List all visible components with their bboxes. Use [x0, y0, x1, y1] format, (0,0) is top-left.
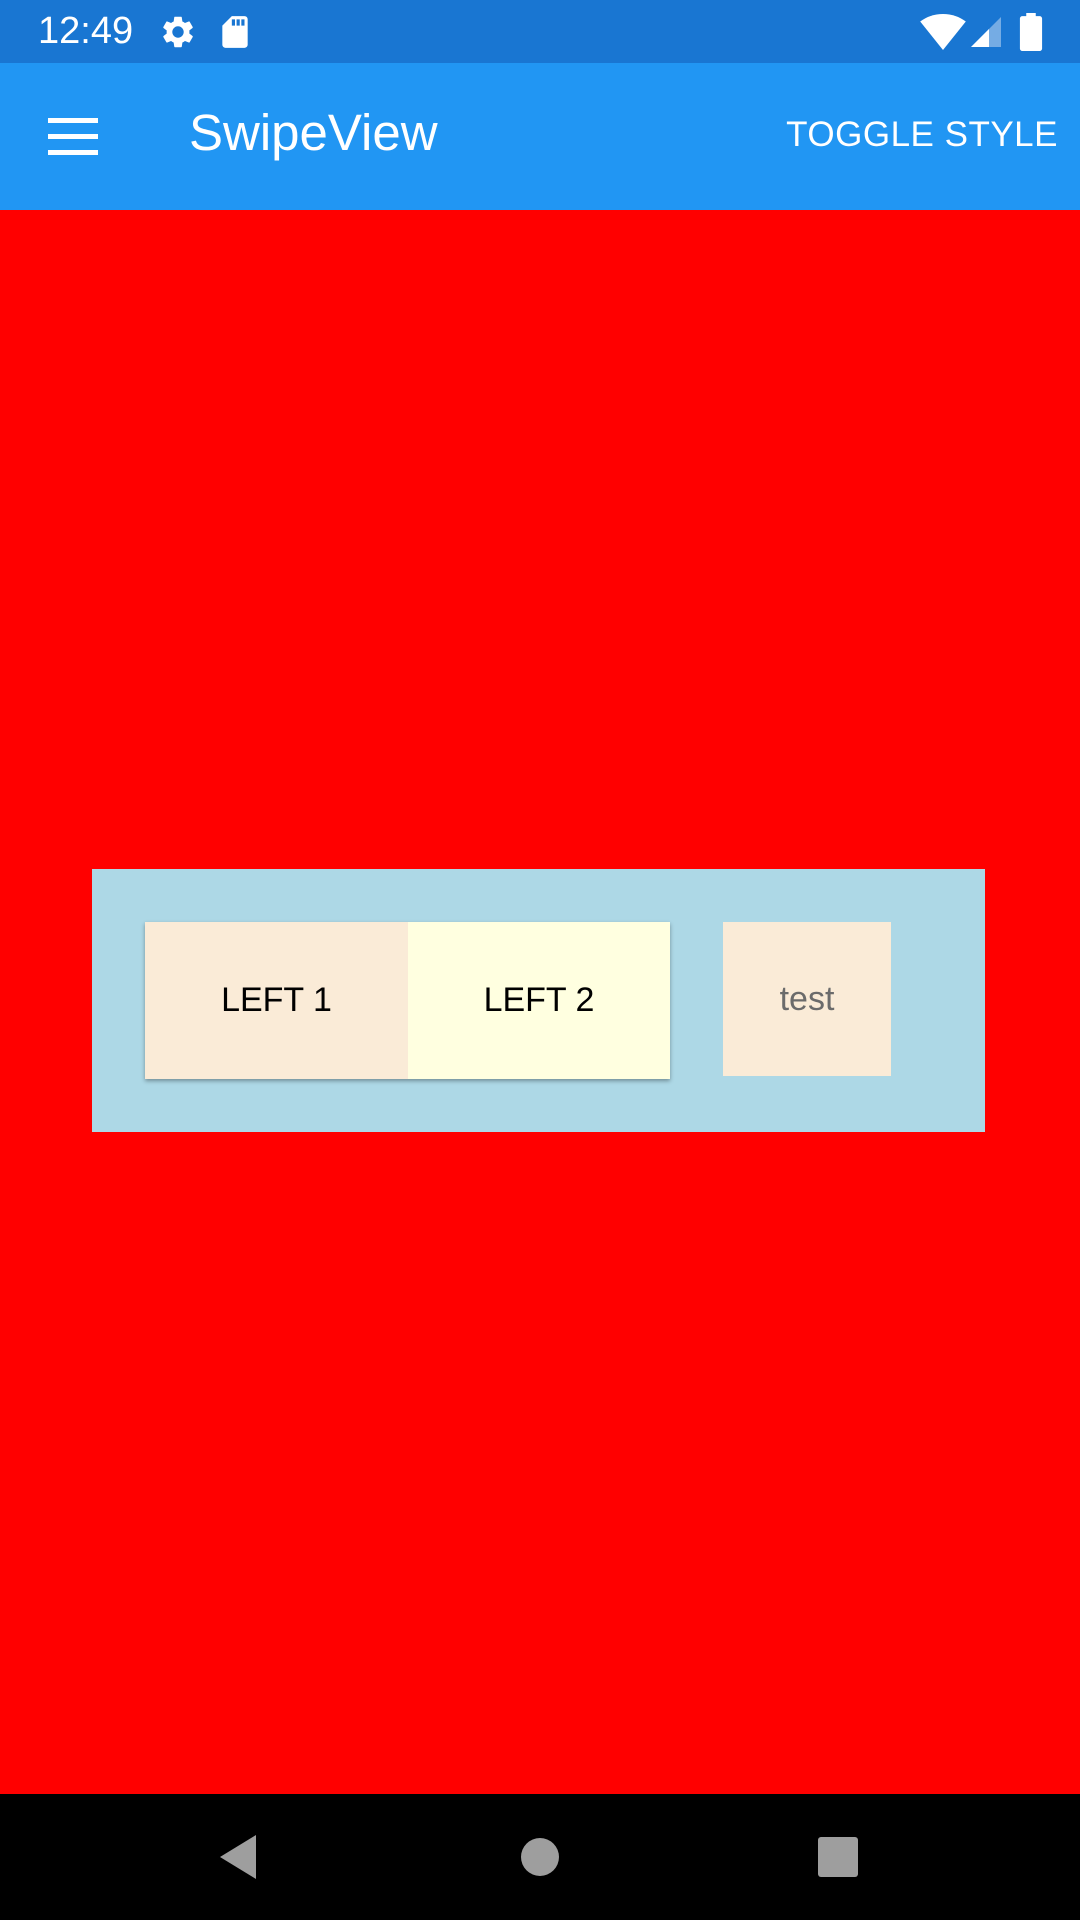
back-icon[interactable]	[208, 1827, 268, 1887]
wifi-icon	[920, 13, 966, 51]
recents-icon[interactable]	[808, 1827, 868, 1887]
swipe-item-left-2[interactable]: LEFT 2	[408, 922, 670, 1079]
battery-icon	[1016, 13, 1046, 51]
content-area: LEFT 1 LEFT 2 test	[0, 210, 1080, 1794]
hamburger-menu-icon[interactable]	[38, 107, 108, 167]
swipe-item-left-1[interactable]: LEFT 1	[145, 922, 408, 1079]
app-bar: SwipeView TOGGLE STYLE	[0, 63, 1080, 210]
swipe-view[interactable]: LEFT 1 LEFT 2 test	[92, 869, 985, 1132]
home-icon[interactable]	[510, 1827, 570, 1887]
swipe-items: LEFT 1 LEFT 2	[145, 922, 670, 1079]
page-title: SwipeView	[189, 104, 438, 161]
swipe-content-cell[interactable]: test	[723, 922, 891, 1076]
navigation-bar	[0, 1794, 1080, 1920]
toggle-style-button[interactable]: TOGGLE STYLE	[786, 113, 1058, 157]
signal-icon	[968, 13, 1004, 51]
status-bar: 12:49	[0, 0, 1080, 63]
settings-icon	[158, 13, 198, 51]
status-time: 12:49	[38, 10, 134, 52]
sd-card-icon	[215, 13, 255, 51]
